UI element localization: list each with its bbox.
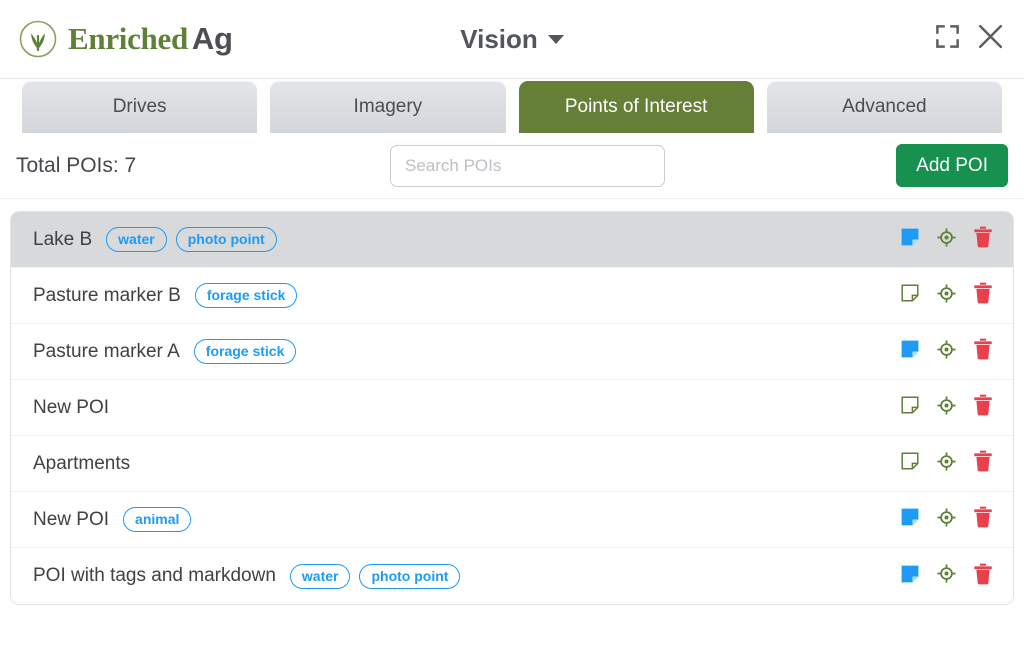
total-pois-label: Total POIs: 7 — [16, 153, 137, 177]
poi-row[interactable]: New POI animal — [11, 492, 1013, 548]
poi-row-actions — [900, 394, 999, 421]
note-icon[interactable] — [900, 451, 920, 476]
poi-tag[interactable]: forage stick — [193, 339, 297, 364]
locate-target-icon[interactable] — [936, 563, 957, 589]
poi-name: New POI — [33, 396, 110, 418]
poi-tag[interactable]: photo point — [359, 563, 461, 589]
poi-name: Pasture marker A — [33, 340, 180, 362]
poi-name: Pasture marker B — [33, 284, 181, 306]
poi-tag[interactable]: photo point — [175, 227, 277, 252]
trash-icon[interactable] — [973, 338, 993, 365]
locate-target-icon[interactable] — [936, 451, 957, 477]
poi-row-actions — [900, 506, 999, 533]
tab-label: Points of Interest — [564, 96, 708, 117]
tab-points-of-interest[interactable]: Points of Interest — [518, 81, 754, 133]
poi-name: Lake B — [33, 228, 93, 250]
tab-label: Drives — [112, 96, 167, 117]
tab-imagery[interactable]: Imagery — [270, 81, 506, 133]
poi-row[interactable]: Lake B water photo point — [11, 212, 1013, 268]
poi-tag[interactable]: forage stick — [194, 283, 298, 308]
poi-name: Apartments — [33, 452, 131, 474]
trash-icon[interactable] — [973, 282, 993, 309]
close-icon[interactable] — [975, 21, 1006, 57]
poi-tag-list: forage stick — [194, 283, 298, 308]
poi-row[interactable]: Pasture marker B forage stick — [11, 268, 1013, 324]
poi-tag-list: water photo point — [289, 563, 461, 589]
poi-row-actions — [900, 226, 999, 253]
tab-bar: Drives Imagery Points of Interest Advanc… — [0, 79, 1024, 133]
chevron-down-icon[interactable] — [547, 34, 564, 44]
locate-target-icon[interactable] — [936, 507, 957, 533]
poi-tag-list: forage stick — [193, 339, 297, 364]
poi-list: Lake B water photo point Pasture marker B fo… — [10, 211, 1014, 605]
tab-label: Advanced — [842, 96, 927, 117]
poi-row-actions — [900, 338, 999, 365]
poi-tag-list: water photo point — [106, 227, 277, 252]
locate-target-icon[interactable] — [936, 283, 957, 309]
brand-logo: Enriched Ag — [18, 19, 233, 59]
grass-sprout-circle-icon — [18, 19, 58, 59]
locate-target-icon[interactable] — [936, 395, 957, 421]
brand-wordmark: Enriched Ag — [68, 21, 233, 57]
tab-label: Imagery — [353, 96, 423, 117]
note-icon[interactable] — [900, 564, 920, 589]
poi-row-actions — [900, 450, 999, 477]
note-icon[interactable] — [900, 227, 920, 252]
header-actions — [934, 21, 1006, 57]
poi-row-actions — [900, 563, 999, 590]
trash-icon[interactable] — [973, 506, 993, 533]
search-input[interactable] — [390, 144, 665, 187]
poi-row[interactable]: Apartments — [11, 436, 1013, 492]
poi-name: POI with tags and markdown — [33, 565, 276, 586]
poi-row[interactable]: POI with tags and markdown water photo poi… — [11, 548, 1013, 604]
poi-tag-list: animal — [123, 507, 192, 532]
trash-icon[interactable] — [973, 394, 993, 421]
add-poi-button[interactable]: Add POI — [896, 144, 1008, 187]
brand-word-ag: Ag — [191, 21, 233, 56]
trash-icon[interactable] — [973, 563, 993, 590]
fullscreen-expand-icon[interactable] — [934, 23, 961, 55]
locate-target-icon[interactable] — [936, 227, 957, 253]
note-icon[interactable] — [900, 507, 920, 532]
poi-toolbar: Total POIs: 7 Add POI — [0, 133, 1024, 199]
page-title-label[interactable]: Vision — [460, 24, 538, 55]
poi-tag[interactable]: water — [106, 227, 167, 252]
search-field-wrapper — [390, 144, 665, 187]
tab-drives[interactable]: Drives — [22, 81, 258, 133]
locate-target-icon[interactable] — [936, 339, 957, 365]
note-icon[interactable] — [900, 395, 920, 420]
poi-row-actions — [900, 282, 999, 309]
tab-advanced[interactable]: Advanced — [766, 81, 1002, 133]
trash-icon[interactable] — [973, 226, 993, 253]
trash-icon[interactable] — [973, 450, 993, 477]
poi-row[interactable]: New POI — [11, 380, 1013, 436]
note-icon[interactable] — [900, 339, 920, 364]
poi-name: New POI — [33, 508, 110, 530]
note-icon[interactable] — [900, 283, 920, 308]
brand-word-enriched: Enriched — [68, 21, 188, 56]
poi-row[interactable]: Pasture marker A forage stick — [11, 324, 1013, 380]
poi-tag[interactable]: water — [289, 563, 351, 589]
app-header: Enriched Ag Vision — [0, 0, 1024, 79]
poi-tag[interactable]: animal — [123, 507, 192, 532]
